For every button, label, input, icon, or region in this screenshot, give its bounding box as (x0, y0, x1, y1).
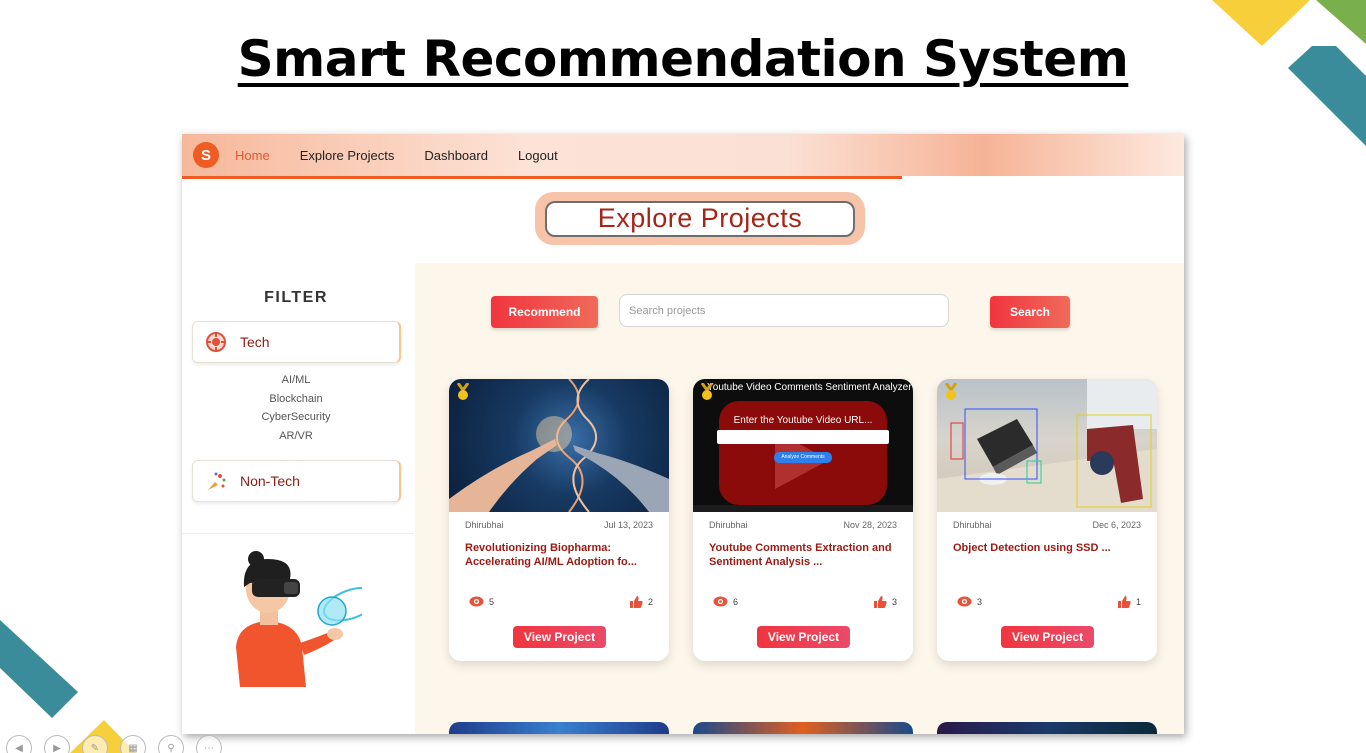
projects-content: Recommend Search projects Search Dhirubh… (415, 263, 1184, 734)
filter-sidebar: FILTER Tech AI/ML Blockchain CyberSecuri… (182, 263, 414, 734)
previous-slide-icon[interactable]: ◀ (6, 735, 32, 753)
card-title[interactable]: Object Detection using SSD ... (953, 542, 1145, 556)
card-likes-count: 3 (891, 597, 897, 607)
thumbnail-app-title: Youtube Video Comments Sentiment Analyze… (707, 382, 912, 393)
view-project-button[interactable]: View Project (757, 626, 850, 648)
card-likes[interactable]: 2 (629, 596, 653, 608)
project-card-partial[interactable] (449, 722, 669, 734)
card-views-count: 6 (733, 596, 739, 607)
nav-home[interactable]: Home (235, 148, 270, 163)
eye-icon (713, 596, 728, 607)
card-views-count: 3 (977, 596, 983, 607)
card-author: Dhirubhai (465, 520, 504, 530)
card-views: 6 (713, 596, 738, 607)
card-likes-count: 1 (1135, 597, 1141, 607)
card-date: Jul 13, 2023 (603, 520, 653, 530)
card-meta: Dhirubhai Dec 6, 2023 (953, 520, 1141, 530)
project-card-partial[interactable] (693, 722, 913, 734)
tech-icon (204, 330, 228, 354)
search-input[interactable]: Search projects (619, 294, 949, 327)
thumbnail-url-prompt: Enter the Youtube Video URL... (733, 415, 873, 426)
navbar: S Home Explore Projects Dashboard Logout (182, 134, 1184, 176)
nav-explore-projects[interactable]: Explore Projects (300, 148, 395, 163)
filter-title: FILTER (264, 289, 328, 306)
view-project-button[interactable]: View Project (1001, 626, 1094, 648)
page-heading: Explore Projects (545, 200, 855, 237)
thumbs-up-icon (873, 596, 887, 608)
card-meta: Dhirubhai Jul 13, 2023 (465, 520, 653, 530)
card-title[interactable]: Youtube Comments Extraction and Sentimen… (709, 542, 901, 569)
category-tech[interactable]: Tech (192, 321, 401, 363)
pen-icon[interactable]: ✎ (82, 735, 108, 753)
view-project-button[interactable]: View Project (513, 626, 606, 648)
tech-subcategory-list: AI/ML Blockchain CyberSecurity AR/VR (182, 371, 410, 446)
project-card-partial[interactable] (937, 722, 1157, 734)
medal-icon (456, 383, 470, 400)
thumbs-up-icon (629, 596, 643, 608)
project-card[interactable]: Dhirubhai Dec 6, 2023 Object Detection u… (937, 379, 1157, 661)
subcategory-ai-ml[interactable]: AI/ML (182, 371, 410, 390)
category-tech-label: Tech (240, 334, 270, 350)
next-slide-icon[interactable]: ▶ (44, 735, 70, 753)
logo-icon[interactable]: S (193, 142, 219, 168)
card-date: Dec 6, 2023 (1092, 520, 1141, 530)
project-thumbnail-object-detection (937, 379, 1157, 512)
corner-decoration-bottom-left (0, 620, 136, 753)
search-button[interactable]: Search (990, 296, 1070, 328)
card-date: Nov 28, 2023 (843, 520, 897, 530)
non-tech-icon (204, 469, 228, 493)
project-card[interactable]: Youtube Video Comments Sentiment Analyze… (693, 379, 913, 661)
subcategory-blockchain[interactable]: Blockchain (182, 390, 410, 409)
card-author: Dhirubhai (953, 520, 992, 530)
project-thumbnail-dna (449, 379, 669, 512)
app-screenshot: S Home Explore Projects Dashboard Logout… (182, 134, 1184, 734)
subcategory-ar-vr[interactable]: AR/VR (182, 427, 410, 446)
slides-grid-icon[interactable]: ▦ (120, 735, 146, 753)
more-options-icon[interactable]: ⋯ (196, 735, 222, 753)
card-author: Dhirubhai (709, 520, 748, 530)
nav-underline (182, 176, 902, 179)
zoom-icon[interactable]: ⚲ (158, 735, 184, 753)
thumbnail-analyze-button: Analyze Comments (781, 454, 825, 460)
project-thumbnail-youtube: Youtube Video Comments Sentiment Analyze… (693, 379, 913, 512)
category-non-tech[interactable]: Non-Tech (192, 460, 401, 502)
card-meta: Dhirubhai Nov 28, 2023 (709, 520, 897, 530)
card-views: 3 (957, 596, 982, 607)
medal-icon (944, 383, 958, 400)
recommend-button[interactable]: Recommend (491, 296, 598, 328)
nav-dashboard[interactable]: Dashboard (424, 148, 488, 163)
thumbs-up-icon (1117, 596, 1131, 608)
card-likes[interactable]: 1 (1117, 596, 1141, 608)
slideshow-controls: ◀ ▶ ✎ ▦ ⚲ ⋯ (6, 735, 234, 753)
card-likes-count: 2 (647, 597, 653, 607)
subcategory-cybersecurity[interactable]: CyberSecurity (182, 408, 410, 427)
vr-person-illustration (236, 551, 362, 687)
category-non-tech-label: Non-Tech (240, 473, 300, 489)
nav-logout[interactable]: Logout (518, 148, 558, 163)
eye-icon (957, 596, 972, 607)
project-card[interactable]: Dhirubhai Jul 13, 2023 Revolutionizing B… (449, 379, 669, 661)
card-views: 5 (469, 596, 494, 607)
card-likes[interactable]: 3 (873, 596, 897, 608)
card-views-count: 5 (489, 596, 495, 607)
page-heading-frame: Explore Projects (535, 192, 865, 245)
sidebar-divider (182, 533, 414, 534)
card-title[interactable]: Revolutionizing Biopharma: Accelerating … (465, 542, 657, 569)
eye-icon (469, 596, 484, 607)
slide-title: Smart Recommendation System (237, 30, 1129, 88)
medal-icon (700, 383, 714, 400)
